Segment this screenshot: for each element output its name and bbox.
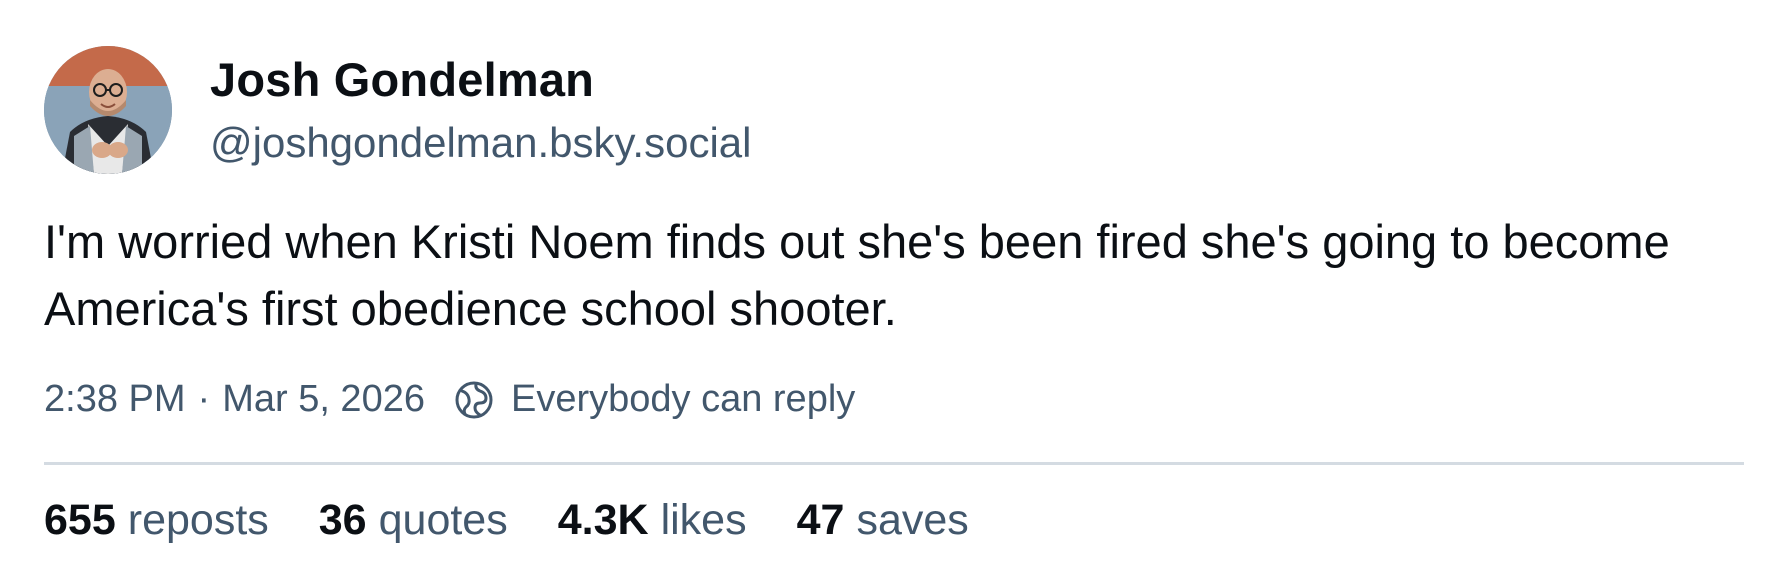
author-display-name[interactable]: Josh Gondelman	[210, 50, 751, 110]
post-thread-item: Josh Gondelman @joshgondelman.bsky.socia…	[0, 0, 1788, 582]
globe-icon	[453, 379, 495, 421]
divider	[44, 462, 1744, 465]
stat-reposts[interactable]: 655 reposts	[44, 496, 269, 545]
quotes-label: quotes	[378, 496, 508, 544]
saves-count: 47	[796, 496, 845, 544]
post-date[interactable]: Mar 5, 2026	[222, 378, 425, 421]
reposts-label: reposts	[127, 496, 269, 544]
likes-count: 4.3K	[557, 496, 649, 544]
saves-label: saves	[856, 496, 969, 544]
reposts-count: 655	[44, 496, 116, 544]
likes-label: likes	[660, 496, 747, 544]
author-handle[interactable]: @joshgondelman.bsky.social	[210, 116, 751, 170]
post-text: I'm worried when Kristi Noem finds out s…	[44, 215, 1681, 335]
post-time[interactable]: 2:38 PM	[44, 378, 186, 421]
post-stats: 655 reposts 36 quotes 4.3K likes 47 save…	[44, 496, 1019, 545]
avatar[interactable]	[44, 46, 172, 174]
meta-separator: ·	[197, 378, 211, 420]
reply-setting-label: Everybody can reply	[510, 378, 856, 420]
avatar-photo-icon	[44, 46, 172, 174]
reply-setting[interactable]: Everybody can reply	[453, 378, 855, 421]
author-names: Josh Gondelman @joshgondelman.bsky.socia…	[210, 50, 751, 170]
stat-quotes[interactable]: 36 quotes	[319, 496, 508, 545]
stat-saves[interactable]: 47 saves	[797, 496, 969, 545]
post-author-header: Josh Gondelman @joshgondelman.bsky.socia…	[44, 46, 751, 174]
post-meta: 2:38 PM · Mar 5, 2026 Everybody can repl…	[44, 378, 855, 421]
quotes-count: 36	[318, 496, 367, 544]
stat-likes[interactable]: 4.3K likes	[558, 496, 747, 545]
